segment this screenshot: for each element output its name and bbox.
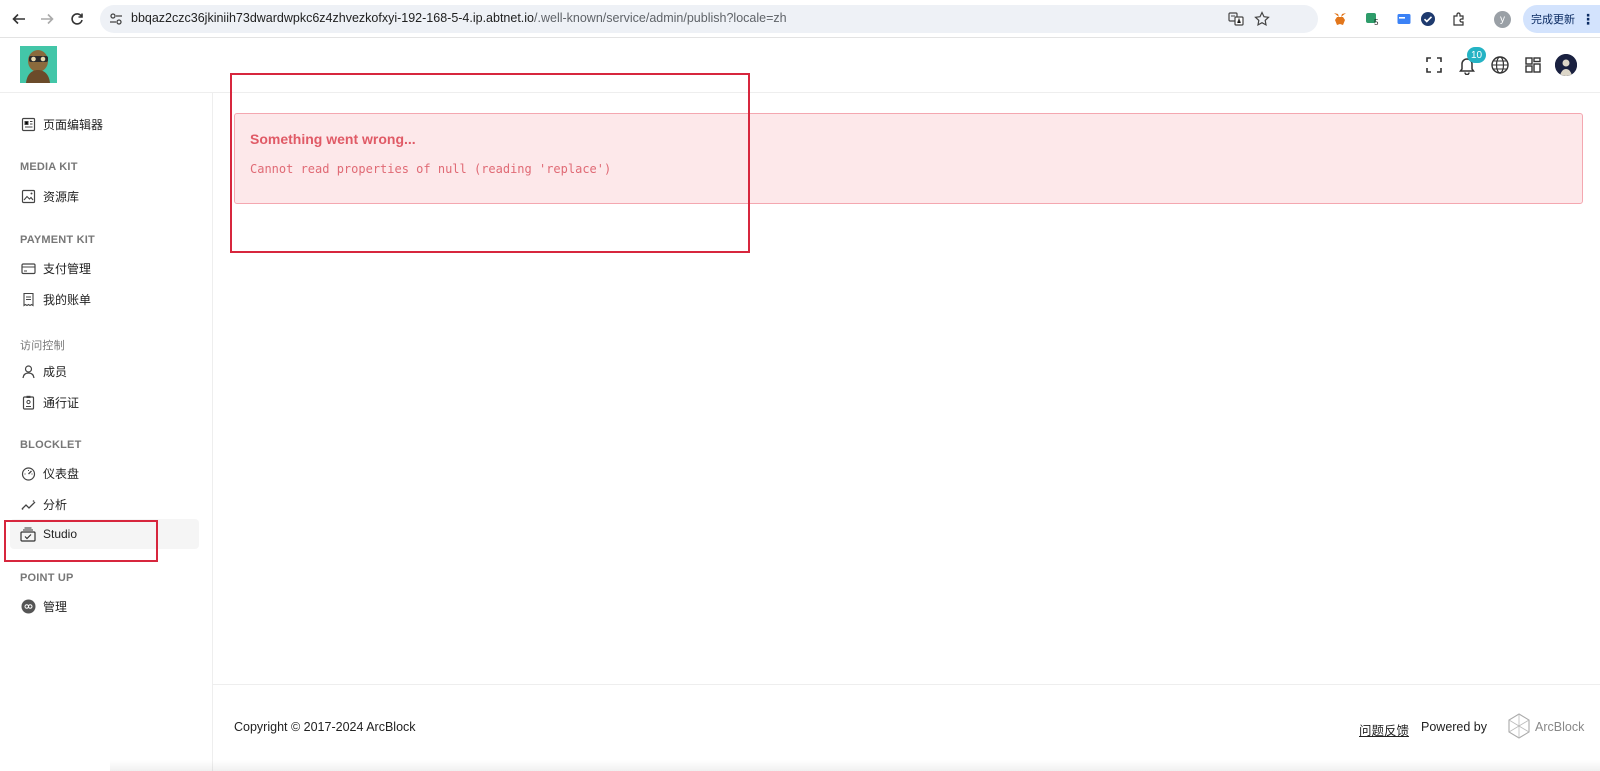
metamask-extension-icon[interactable] — [1331, 10, 1349, 28]
manage-icon — [20, 598, 36, 614]
update-button[interactable]: 完成更新 ⋮ — [1523, 5, 1600, 33]
sidebar-item-label: 管理 — [43, 599, 68, 614]
bookmark-star-icon[interactable] — [1254, 11, 1270, 27]
user-avatar[interactable] — [1555, 54, 1577, 76]
sidebar-item-passport[interactable]: 通行证 — [10, 387, 199, 417]
url-text: bbqaz2czc36jkiniih73dwardwpkc6z4zhvezkof… — [131, 11, 787, 25]
language-globe-icon[interactable] — [1488, 53, 1512, 77]
more-menu-icon[interactable]: ⋮ — [1581, 11, 1595, 28]
url-host: bbqaz2czc36jkiniih73dwardwpkc6z4zhvezkof… — [131, 11, 535, 25]
back-icon[interactable] — [9, 9, 29, 29]
site-settings-icon[interactable] — [109, 12, 123, 26]
sidebar-item-label: 支付管理 — [43, 261, 92, 276]
dashboard-icon — [20, 465, 36, 481]
section-title-access-control: 访问控制 — [20, 340, 65, 352]
sidebar-item-label: 我的账单 — [43, 292, 92, 307]
section-title-point-up: POINT UP — [20, 572, 74, 584]
page-editor-icon — [20, 116, 36, 132]
card-extension-icon[interactable] — [1395, 10, 1413, 28]
analytics-icon — [20, 496, 36, 512]
address-bar[interactable]: bbqaz2czc36jkiniih73dwardwpkc6z4zhvezkof… — [100, 5, 1318, 33]
section-title-media-kit: MEDIA KIT — [20, 161, 78, 173]
footer: Copyright © 2017-2024 ArcBlock 问题反馈 Powe… — [213, 684, 1600, 771]
sidebar-item-dashboard[interactable]: 仪表盘 — [10, 458, 199, 488]
sidebar-item-label: 仪表盘 — [43, 466, 80, 481]
apps-grid-icon[interactable] — [1521, 53, 1545, 77]
sidebar-item-resource-library[interactable]: 资源库 — [10, 181, 199, 211]
sidebar: 页面编辑器 MEDIA KIT 资源库 PAYMENT KIT 支付管理 我的账… — [0, 93, 213, 771]
bottom-shadow — [110, 760, 1600, 771]
extension-badge-count: 5 — [1374, 18, 1379, 27]
sidebar-item-label: 通行证 — [43, 395, 80, 410]
profile-avatar[interactable]: y — [1494, 11, 1511, 28]
annotation-box-studio — [4, 520, 158, 562]
sidebar-item-label: 分析 — [43, 497, 68, 512]
check-extension-icon[interactable] — [1419, 10, 1437, 28]
copyright-text: Copyright © 2017-2024 ArcBlock — [234, 720, 416, 734]
arcblock-logo-icon[interactable] — [1507, 713, 1531, 739]
notification-badge: 10 — [1467, 47, 1487, 63]
sidebar-item-label: 资源库 — [43, 189, 80, 204]
receipt-icon — [20, 291, 36, 307]
section-title-payment-kit: PAYMENT KIT — [20, 234, 95, 246]
url-path: /.well-known/service/admin/publish?local… — [534, 11, 787, 25]
browser-toolbar: bbqaz2czc36jkiniih73dwardwpkc6z4zhvezkof… — [0, 0, 1600, 38]
sidebar-item-analytics[interactable]: 分析 — [10, 489, 199, 519]
puzzle-extensions-icon[interactable] — [1450, 10, 1468, 28]
translate-icon[interactable] — [1228, 11, 1244, 27]
reload-icon[interactable] — [67, 9, 87, 29]
section-title-blocklet: BLOCKLET — [20, 439, 82, 451]
fullscreen-icon[interactable] — [1422, 53, 1446, 77]
passport-icon — [20, 394, 36, 410]
forward-icon[interactable] — [37, 9, 57, 29]
sidebar-item-label: 页面编辑器 — [43, 117, 104, 132]
sidebar-item-payment-management[interactable]: 支付管理 — [10, 253, 199, 283]
sidebar-item-manage[interactable]: 管理 — [10, 591, 199, 621]
sidebar-item-label: 成员 — [43, 364, 68, 379]
powered-by-text: Powered by — [1421, 720, 1488, 734]
app-logo[interactable] — [20, 46, 57, 83]
user-icon — [20, 363, 36, 379]
arcblock-brand-text[interactable]: ArcBlock — [1535, 720, 1584, 734]
credit-card-icon — [20, 260, 36, 276]
annotation-box-error — [230, 73, 750, 253]
extension-badge-icon[interactable]: 5 — [1363, 10, 1381, 28]
update-label: 完成更新 — [1531, 14, 1575, 26]
sidebar-item-page-editor[interactable]: 页面编辑器 — [10, 109, 199, 139]
sidebar-item-members[interactable]: 成员 — [10, 356, 199, 386]
image-library-icon — [20, 188, 36, 204]
feedback-link[interactable]: 问题反馈 — [1359, 720, 1409, 739]
sidebar-item-my-bills[interactable]: 我的账单 — [10, 284, 199, 314]
